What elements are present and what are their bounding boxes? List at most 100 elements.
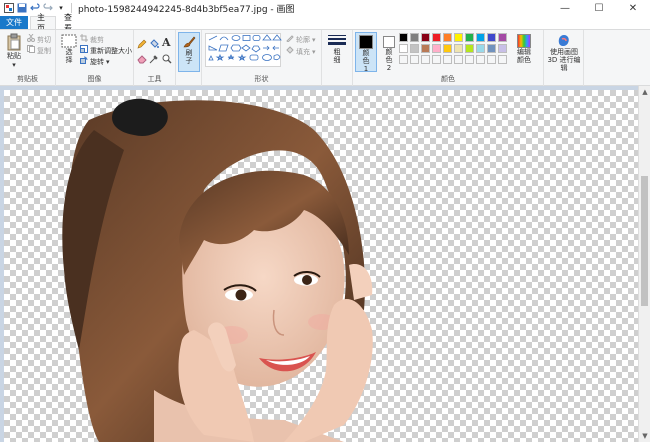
crop-button[interactable]: 裁剪	[80, 34, 104, 45]
paint-app-icon	[4, 3, 14, 13]
custom-color-slot[interactable]	[399, 55, 408, 64]
rotate-label: 旋转	[90, 57, 104, 66]
ribbon: 粘贴 ▾ 剪切 复制 剪贴板 选择 裁剪 重新调整大小 旋转 ▾ 图像 A 工具…	[0, 29, 650, 86]
brush-icon	[182, 35, 196, 49]
image-group: 选择 裁剪 重新调整大小 旋转 ▾ 图像	[56, 30, 134, 86]
tab-home[interactable]: 主页	[30, 13, 56, 33]
palette-swatch[interactable]	[498, 33, 507, 42]
copy-label: 复制	[37, 46, 51, 55]
custom-color-slot[interactable]	[432, 55, 441, 64]
tools-group: A 工具	[134, 30, 176, 86]
palette-swatch[interactable]	[410, 33, 419, 42]
fill-button[interactable]: 填充 ▾	[286, 46, 316, 57]
rotate-icon	[80, 56, 88, 67]
custom-color-slot[interactable]	[443, 55, 452, 64]
palette-swatch[interactable]	[399, 33, 408, 42]
fill-label: 填充	[296, 47, 310, 56]
scroll-thumb[interactable]	[641, 176, 648, 306]
paste-button[interactable]: 粘贴 ▾	[3, 33, 25, 71]
palette-swatch[interactable]	[443, 33, 452, 42]
palette-swatch[interactable]	[421, 33, 430, 42]
tab-view[interactable]: 查看	[58, 13, 84, 33]
shapes-group-label: 形状	[254, 75, 269, 83]
resize-button[interactable]: 重新调整大小	[80, 45, 132, 56]
palette-swatch[interactable]	[432, 33, 441, 42]
select-label: 选择	[65, 48, 73, 64]
scroll-down-icon[interactable]: ▼	[639, 430, 650, 442]
custom-color-slot[interactable]	[465, 55, 474, 64]
color-picker-icon[interactable]	[149, 54, 159, 67]
custom-color-slot[interactable]	[454, 55, 463, 64]
colors-group: 颜色 1 颜色 2 编辑颜色 颜色	[352, 30, 544, 86]
outline-dropdown-icon: ▾	[312, 35, 316, 44]
shapes-group: 轮廓 ▾ 填充 ▾ 形状	[202, 30, 322, 86]
custom-color-slot[interactable]	[410, 55, 419, 64]
shapes-gallery[interactable]	[205, 33, 282, 67]
color2-swatch	[383, 36, 395, 48]
palette-swatch[interactable]	[454, 44, 463, 53]
palette-swatch[interactable]	[476, 44, 485, 53]
color-wheel-icon	[517, 34, 531, 48]
ribbon-tabs: 文件 主页 查看	[0, 13, 650, 33]
text-tool-icon[interactable]: A	[162, 36, 171, 49]
image-group-label: 图像	[87, 75, 102, 83]
custom-color-slot[interactable]	[476, 55, 485, 64]
image-canvas[interactable]	[4, 90, 638, 442]
close-button[interactable]: ✕	[616, 0, 650, 16]
brushes-label: 刷子	[185, 49, 193, 65]
palette-swatch[interactable]	[399, 44, 408, 53]
paint3d-button[interactable]: 使用画图 3D 进行编辑	[544, 33, 584, 73]
palette-swatch[interactable]	[498, 44, 507, 53]
palette-swatch[interactable]	[465, 33, 474, 42]
vertical-scrollbar[interactable]: ▲ ▼	[638, 86, 650, 442]
magnifier-icon[interactable]	[162, 54, 172, 67]
color-palette	[399, 33, 513, 64]
scroll-up-icon[interactable]: ▲	[639, 86, 650, 98]
custom-color-slot[interactable]	[498, 55, 507, 64]
portrait-photo	[62, 98, 373, 442]
palette-swatch[interactable]	[465, 44, 474, 53]
brushes-button[interactable]: 刷子	[178, 32, 200, 72]
fill-bucket-icon[interactable]	[149, 39, 159, 52]
minimize-button[interactable]: —	[548, 0, 582, 16]
outline-button[interactable]: 轮廓 ▾	[286, 34, 316, 45]
select-button[interactable]: 选择	[59, 34, 79, 64]
eraser-icon[interactable]	[137, 54, 147, 67]
save-icon[interactable]	[17, 3, 27, 13]
size-button[interactable]: 粗细	[324, 33, 350, 73]
shape-icons	[208, 34, 282, 61]
quick-access-toolbar: ▾	[0, 3, 72, 13]
custom-color-slot[interactable]	[421, 55, 430, 64]
cut-button[interactable]: 剪切	[27, 33, 51, 45]
pencil-icon[interactable]	[137, 39, 147, 52]
scissors-icon	[27, 33, 35, 45]
palette-swatch[interactable]	[443, 44, 452, 53]
canvas-area[interactable]	[0, 86, 650, 442]
line-width-icon	[328, 34, 346, 48]
outline-label: 轮廓	[296, 35, 310, 44]
palette-swatch[interactable]	[454, 33, 463, 42]
crop-label: 裁剪	[90, 35, 104, 44]
palette-swatch[interactable]	[421, 44, 430, 53]
clipboard-group: 粘贴 ▾ 剪切 复制 剪贴板	[0, 30, 56, 86]
color1-button[interactable]: 颜色 1	[355, 32, 377, 73]
palette-swatch[interactable]	[476, 33, 485, 42]
palette-swatch[interactable]	[487, 33, 496, 42]
palette-swatch[interactable]	[432, 44, 441, 53]
custom-color-slot[interactable]	[487, 55, 496, 64]
select-rect-icon	[61, 34, 77, 48]
copy-button[interactable]: 复制	[27, 45, 51, 56]
tools-group-label: 工具	[147, 75, 162, 83]
palette-swatch[interactable]	[410, 44, 419, 53]
rotate-button[interactable]: 旋转 ▾	[80, 56, 110, 67]
palette-swatch[interactable]	[487, 44, 496, 53]
maximize-button[interactable]: ☐	[582, 0, 616, 16]
outline-icon	[286, 34, 294, 45]
tab-file[interactable]: 文件	[0, 16, 28, 29]
edit-colors-button[interactable]: 编辑颜色	[513, 33, 535, 73]
paint3d-icon	[557, 34, 571, 48]
color2-button[interactable]: 颜色 2	[379, 32, 399, 72]
resize-icon	[80, 45, 88, 56]
size-label: 粗细	[333, 48, 341, 64]
paint3d-group: 使用画图 3D 进行编辑	[544, 30, 584, 86]
